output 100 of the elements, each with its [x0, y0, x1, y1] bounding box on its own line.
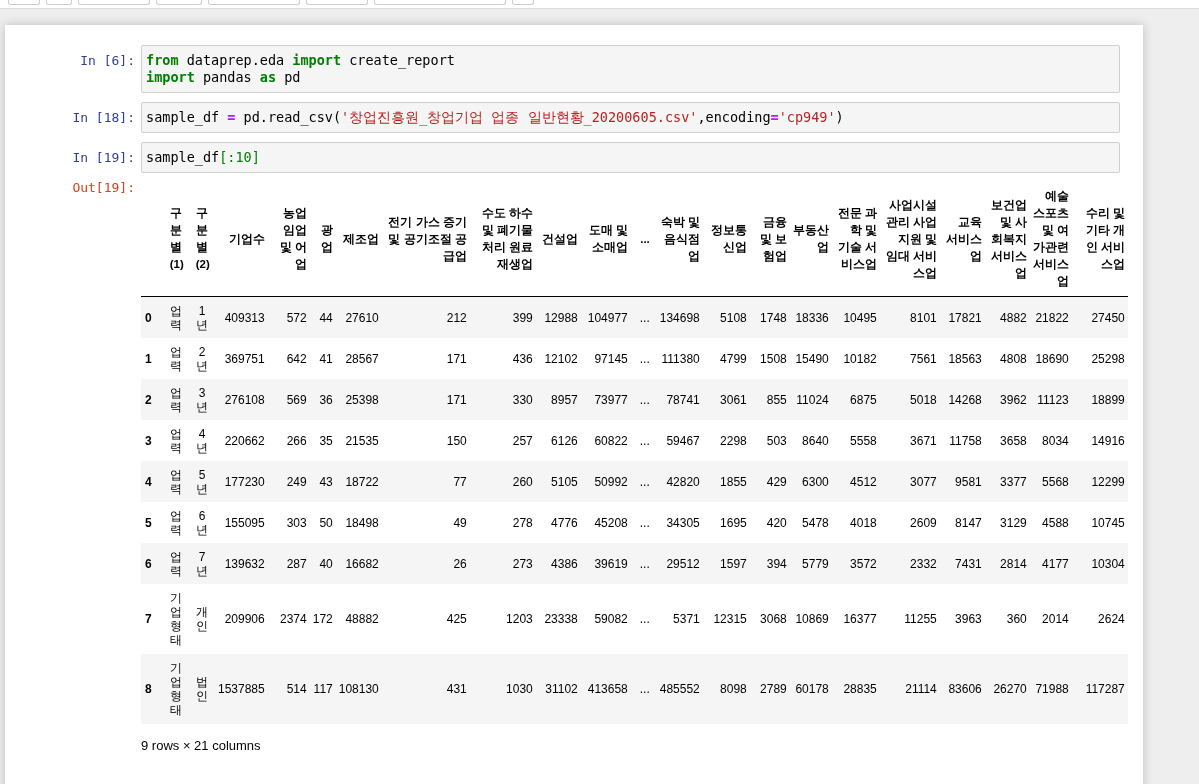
table-cell: 개인 [195, 605, 209, 633]
table-cell: 2014 [1042, 612, 1069, 626]
table-cell: 60822 [594, 433, 628, 448]
table-cell: 7431 [955, 556, 982, 571]
table-cell: 25298 [1091, 351, 1125, 366]
table-cell: 104977 [587, 310, 628, 325]
table-cell: 3963 [955, 612, 982, 626]
table-cell: 642 [286, 351, 307, 366]
table-cell: 5779 [802, 556, 829, 571]
row-index: 6 [145, 556, 152, 571]
table-cell: 6126 [551, 433, 578, 448]
toolbar-button[interactable] [512, 0, 534, 5]
table-cell: 399 [512, 310, 533, 325]
table-cell: 134698 [659, 310, 700, 325]
table-cell: 45208 [594, 515, 628, 530]
table-cell: 111380 [661, 351, 700, 366]
table-cell: 360 [1006, 612, 1027, 626]
table-cell: 117287 [1085, 682, 1125, 696]
table-cell: 260 [512, 474, 533, 489]
table-cell: 429 [766, 474, 787, 489]
table-cell: 60178 [795, 682, 829, 696]
table-cell: 16682 [345, 556, 379, 571]
table-cell: 43 [319, 474, 333, 489]
table-cell: 2년 [195, 344, 209, 373]
table-cell: 3061 [720, 392, 747, 407]
table-cell: 5105 [551, 474, 578, 489]
table-cell: 50 [319, 515, 333, 530]
column-header: 제조업 [342, 232, 379, 245]
table-cell: 3년 [195, 385, 209, 414]
column-header: 광업 [320, 224, 333, 253]
table-cell: 4776 [551, 515, 578, 530]
column-header: 교육 서비스업 [945, 215, 982, 262]
table-cell: 21114 [905, 682, 937, 696]
table-cell: 83606 [948, 682, 982, 696]
table-cell: ... [639, 310, 650, 325]
table-cell: 21535 [345, 433, 379, 448]
toolbar-button[interactable] [374, 0, 506, 5]
column-header: 수리 및 기타 개인 서비스업 [1085, 207, 1125, 270]
code-input[interactable]: sample_df = pd.read_csv('창업진흥원_창업기업 업종 일반현황_20200605.csv',encoding='cp949') [141, 102, 1120, 133]
table-cell: 1508 [760, 351, 787, 366]
table-cell: 4177 [1042, 556, 1069, 571]
column-header: 숙박 및 음식점업 [660, 215, 700, 262]
table-cell: 34305 [666, 515, 700, 530]
table-cell: 50992 [594, 474, 628, 489]
table-cell: 514 [286, 682, 307, 696]
table-cell: 12299 [1091, 474, 1125, 489]
table-cell: 77 [453, 474, 467, 489]
table-cell: 171 [446, 351, 467, 366]
table-shape-text: 9 rows × 21 columns [141, 738, 262, 753]
table-cell: 287 [286, 556, 307, 571]
table-cell: 기업형태 [169, 661, 183, 717]
table-cell: 394 [766, 556, 787, 571]
column-header: 농업 임업 및 어업 [279, 207, 307, 270]
table-cell: 9581 [955, 474, 982, 489]
toolbar-button[interactable] [306, 0, 368, 5]
column-header: 구분별(1) [169, 206, 183, 272]
table-cell: 4588 [1042, 515, 1069, 530]
toolbar-button[interactable] [8, 0, 40, 5]
table-cell: 21822 [1035, 310, 1069, 325]
table-cell: 12315 [713, 612, 747, 626]
table-cell: 150 [446, 433, 467, 448]
toolbar-button[interactable] [78, 0, 150, 5]
column-header: 기업수 [228, 232, 265, 245]
toolbar-button[interactable] [46, 0, 72, 5]
column-header: 전문 과학 및 기술 서비스업 [837, 207, 877, 270]
column-header: ... [640, 232, 650, 245]
table-cell: 23338 [544, 612, 578, 626]
table-cell: 35 [319, 433, 333, 448]
table-cell: 25398 [345, 392, 379, 407]
table-cell: 855 [766, 392, 787, 407]
row-index: 7 [145, 612, 152, 626]
table-cell: 2609 [910, 515, 937, 530]
table-cell: 177230 [224, 474, 265, 489]
table-cell: 1537885 [218, 682, 265, 696]
row-index: 2 [145, 392, 152, 407]
column-header: 정보통신업 [710, 224, 747, 253]
table-cell: 8640 [802, 433, 829, 448]
table-cell: 16377 [843, 612, 877, 626]
table-cell: 97145 [594, 351, 628, 366]
column-header: 구분별(2) [195, 206, 209, 272]
input-prompt: In [18]: [71, 109, 136, 127]
table-cell: 78741 [666, 392, 700, 407]
table-cell: 4386 [551, 556, 578, 571]
table-cell: ... [639, 515, 650, 530]
table-cell: 59082 [594, 612, 628, 626]
column-header: 사업시설 관리 사업 지원 및 임대 서비스업 [885, 198, 937, 279]
toolbar-button[interactable] [208, 0, 300, 5]
table-cell: 29512 [666, 556, 700, 571]
table-cell: 71988 [1035, 682, 1069, 696]
table-cell: 413658 [587, 682, 628, 696]
code-input[interactable]: sample_df[:10] [141, 142, 1120, 173]
table-cell: 273 [512, 556, 533, 571]
table-cell: 249 [286, 474, 307, 489]
code-input[interactable]: from dataprep.eda import create_report import pandas as pd [141, 45, 1120, 93]
table-cell: 569 [286, 392, 307, 407]
table-cell: 1년 [195, 303, 209, 332]
table-cell: 1695 [720, 515, 747, 530]
table-cell: 8098 [720, 682, 747, 696]
table-cell: 법인 [195, 675, 209, 703]
toolbar-button[interactable] [156, 0, 202, 5]
